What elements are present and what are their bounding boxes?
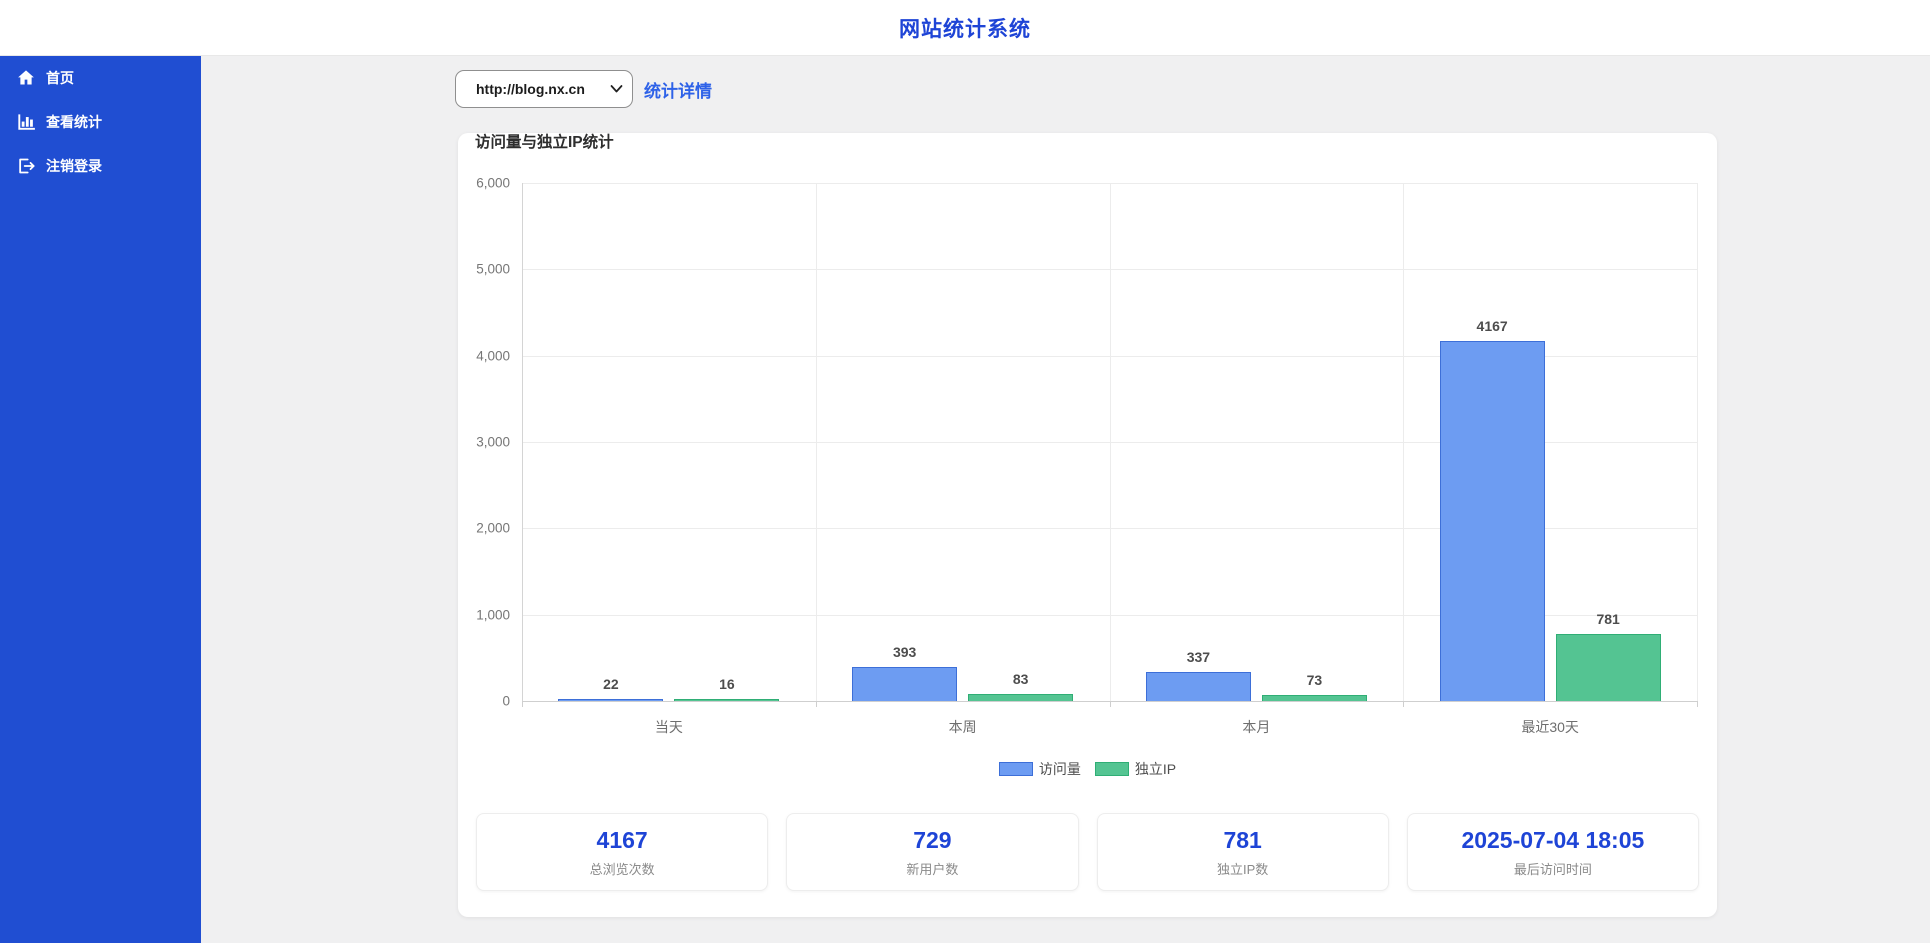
gridline-x-1 — [816, 183, 817, 701]
stat-value: 4167 — [477, 827, 767, 853]
page-title: 网站统计系统 — [899, 13, 1031, 43]
toolbar: http://blog.nx.cn 统计详情 — [455, 70, 1930, 108]
bar-value-label: 16 — [719, 676, 735, 692]
x-axis-category-label: 当天 — [655, 717, 683, 737]
bar-chart-icon — [17, 113, 35, 131]
chart-card: 访问量与独立IP统计 0 1,000 2,000 3,000 4,000 5,000 6,0… — [458, 133, 1717, 917]
y-axis-line — [522, 183, 523, 701]
x-axis-category-label: 本月 — [1242, 717, 1270, 737]
chart-legend: 访问量 独立IP — [458, 759, 1717, 779]
x-axis-tick — [1403, 701, 1404, 707]
bar-value-label: 337 — [1187, 649, 1210, 665]
home-icon — [17, 69, 35, 87]
stat-card-1: 729 新用户数 — [786, 813, 1078, 891]
sidebar-item-label: 首页 — [46, 68, 74, 88]
bar-value-label: 393 — [893, 644, 916, 660]
site-select[interactable]: http://blog.nx.cn — [455, 70, 633, 108]
stats-detail-link[interactable]: 统计详情 — [644, 77, 712, 102]
chart-title: 访问量与独立IP统计 — [475, 133, 1717, 153]
legend-item-访问量[interactable]: 访问量 — [999, 759, 1081, 779]
stat-value: 729 — [787, 827, 1077, 853]
sidebar-item-label: 查看统计 — [46, 112, 102, 132]
sidebar: 首页查看统计注销登录 — [0, 56, 201, 943]
bar-访问量-本月 — [1146, 672, 1251, 701]
stat-card-0: 4167 总浏览次数 — [476, 813, 768, 891]
bar-value-label: 781 — [1596, 611, 1619, 627]
stat-label: 新用户数 — [787, 859, 1077, 878]
stat-label: 独立IP数 — [1098, 859, 1388, 878]
gridline-x-4 — [1697, 183, 1698, 701]
sidebar-item-1[interactable]: 查看统计 — [0, 100, 201, 144]
stat-value: 781 — [1098, 827, 1388, 853]
bar-value-label: 73 — [1307, 672, 1323, 688]
stat-card-2: 781 独立IP数 — [1097, 813, 1389, 891]
bar-访问量-本周 — [852, 667, 957, 701]
bar-访问量-当天 — [558, 699, 663, 701]
bar-value-label: 22 — [603, 676, 619, 692]
sidebar-item-0[interactable]: 首页 — [0, 56, 201, 100]
bar-chart: 01,0002,0003,0004,0005,0006,0002216当天393… — [522, 183, 1697, 701]
y-axis-tick-label: 0 — [502, 694, 510, 709]
legend-label: 访问量 — [1039, 759, 1081, 779]
x-axis-tick — [1697, 701, 1698, 707]
gridline-x-2 — [1110, 183, 1111, 701]
bar-独立IP-最近30天 — [1556, 634, 1661, 701]
x-axis-tick — [816, 701, 817, 707]
y-axis-tick-label: 6,000 — [476, 176, 510, 191]
content-area: http://blog.nx.cn 统计详情 访问量与独立IP统计 0 1,000… — [201, 56, 1930, 943]
bar-访问量-最近30天 — [1440, 341, 1545, 701]
legend-item-独立IP[interactable]: 独立IP — [1095, 759, 1176, 779]
bar-独立IP-当天 — [674, 699, 779, 701]
stat-label: 总浏览次数 — [477, 859, 767, 878]
logout-icon — [17, 157, 35, 175]
stat-card-3: 2025-07-04 18:05 最后访问时间 — [1407, 813, 1699, 891]
legend-swatch-icon — [1095, 762, 1129, 776]
x-axis-category-label: 本周 — [949, 717, 977, 737]
app-header: 网站统计系统 — [0, 0, 1930, 56]
legend-swatch-icon — [999, 762, 1033, 776]
stat-value: 2025-07-04 18:05 — [1408, 827, 1698, 853]
bar-独立IP-本月 — [1262, 695, 1367, 701]
sidebar-item-2[interactable]: 注销登录 — [0, 144, 201, 188]
y-axis-tick-label: 2,000 — [476, 521, 510, 536]
y-axis-tick-label: 5,000 — [476, 262, 510, 277]
sidebar-item-label: 注销登录 — [46, 156, 102, 176]
stat-label: 最后访问时间 — [1408, 859, 1698, 878]
site-select-wrap: http://blog.nx.cn — [455, 70, 633, 108]
stats-row: 4167 总浏览次数 729 新用户数 781 独立IP数 2025-07-04 18:05… — [476, 813, 1699, 891]
bar-独立IP-本周 — [968, 694, 1073, 701]
bar-value-label: 83 — [1013, 671, 1029, 687]
x-axis-category-label: 最近30天 — [1521, 717, 1579, 737]
gridline-x-3 — [1403, 183, 1404, 701]
y-axis-tick-label: 3,000 — [476, 435, 510, 450]
x-axis-tick — [1110, 701, 1111, 707]
x-axis-tick — [522, 701, 523, 707]
legend-label: 独立IP — [1135, 759, 1176, 779]
y-axis-tick-label: 4,000 — [476, 348, 510, 363]
y-axis-tick-label: 1,000 — [476, 607, 510, 622]
bar-value-label: 4167 — [1477, 318, 1508, 334]
main-layout: 首页查看统计注销登录 http://blog.nx.cn 统计详情 访问量与独立… — [0, 56, 1930, 943]
